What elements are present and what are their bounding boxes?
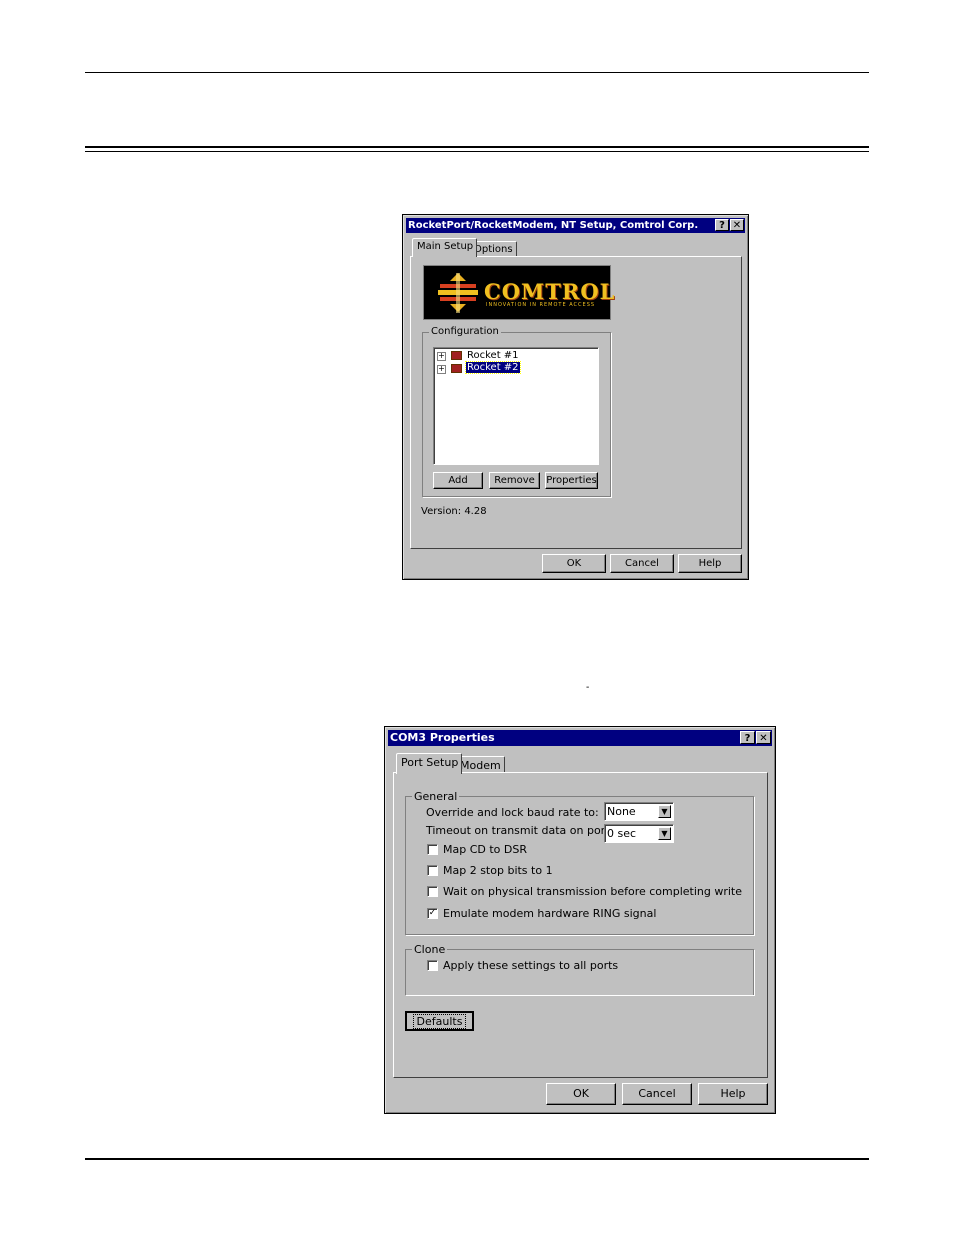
tree-item-label-selected: Rocket #2 (465, 361, 521, 374)
map-stop-bits-label: Map 2 stop bits to 1 (443, 864, 553, 877)
cancel-button[interactable]: Cancel (622, 1083, 692, 1105)
comtrol-logo-icon (438, 273, 478, 313)
baud-rate-label: Override and lock baud rate to: (426, 806, 599, 819)
general-label: General (412, 790, 460, 803)
properties-button[interactable]: Properties (545, 472, 598, 489)
close-icon[interactable]: ✕ (730, 219, 744, 231)
configuration-label: Configuration (429, 326, 501, 337)
chevron-down-icon[interactable]: ▼ (658, 805, 671, 818)
tab-port-setup[interactable]: Port Setup (396, 753, 463, 774)
configuration-group: Configuration + Rocket #1 + Rocket #2 Ad… (422, 326, 611, 497)
help-icon[interactable]: ? (740, 731, 755, 744)
map-stop-bits-checkbox[interactable] (427, 865, 438, 876)
remove-button[interactable]: Remove (489, 472, 540, 489)
help-icon[interactable]: ? (715, 219, 729, 231)
comtrol-logo: COMTROL INNOVATION IN REMOTE ACCESS (423, 265, 614, 320)
section-rule-thick (85, 146, 869, 148)
add-button[interactable]: Add (433, 472, 483, 489)
chevron-down-icon[interactable]: ▼ (658, 827, 671, 840)
logo-tagline: INNOVATION IN REMOTE ACCESS (486, 302, 596, 308)
rocket-board-icon (451, 364, 462, 373)
timeout-select[interactable]: 0 sec ▼ (604, 824, 674, 843)
tab-main-setup[interactable]: Main Setup (412, 238, 478, 257)
com3-properties-dialog: COM3 Properties ? ✕ Port Setup Modem Gen… (384, 726, 776, 1114)
section-rule-thin (85, 151, 869, 152)
tree-item-label: Rocket #1 (467, 350, 519, 361)
stray-mark: - (586, 682, 590, 693)
logo-wordmark: COMTROL (484, 279, 616, 304)
emulate-ring-checkbox[interactable]: ✓ (427, 908, 438, 919)
defaults-button[interactable]: Defaults (405, 1011, 474, 1031)
rocket-board-icon (451, 351, 462, 360)
clone-label: Clone (412, 943, 448, 956)
tab-modem[interactable]: Modem (455, 756, 505, 773)
ok-button[interactable]: OK (546, 1083, 616, 1105)
help-button[interactable]: Help (698, 1083, 768, 1105)
baud-rate-value: None (607, 805, 636, 818)
help-button[interactable]: Help (678, 554, 742, 573)
map-cd-dsr-label: Map CD to DSR (443, 843, 527, 856)
port-setup-panel: General Override and lock baud rate to: … (393, 772, 768, 1078)
map-cd-dsr-checkbox[interactable] (427, 844, 438, 855)
expand-icon[interactable]: + (437, 365, 446, 374)
main-setup-panel: COMTROL INNOVATION IN REMOTE ACCESS Conf… (410, 256, 742, 549)
emulate-ring-label: Emulate modem hardware RING signal (443, 907, 657, 920)
general-group: General Override and lock baud rate to: … (405, 790, 754, 935)
wait-transmission-label: Wait on physical transmission before com… (443, 885, 743, 898)
rocket-tree-view[interactable]: + Rocket #1 + Rocket #2 (433, 347, 599, 465)
footer-rule (85, 1158, 869, 1160)
setup-dialog-title: RocketPort/RocketModem, NT Setup, Comtro… (408, 220, 699, 231)
com3-dialog-titlebar[interactable]: COM3 Properties ? ✕ (388, 730, 772, 746)
expand-icon[interactable]: + (437, 352, 446, 361)
timeout-value: 0 sec (607, 827, 637, 840)
defaults-button-label: Defaults (412, 1014, 467, 1029)
clone-group: Clone Apply these settings to all ports (405, 943, 754, 995)
apply-all-ports-checkbox[interactable] (427, 960, 438, 971)
apply-all-ports-label: Apply these settings to all ports (443, 959, 619, 972)
ok-button[interactable]: OK (542, 554, 606, 573)
com3-dialog-title: COM3 Properties (390, 731, 495, 744)
wait-transmission-checkbox[interactable] (427, 886, 438, 897)
close-icon[interactable]: ✕ (756, 731, 771, 744)
cancel-button[interactable]: Cancel (610, 554, 674, 573)
setup-dialog-titlebar[interactable]: RocketPort/RocketModem, NT Setup, Comtro… (406, 218, 745, 233)
baud-rate-select[interactable]: None ▼ (604, 802, 674, 821)
setup-dialog: RocketPort/RocketModem, NT Setup, Comtro… (402, 214, 749, 580)
version-label: Version: 4.28 (421, 506, 487, 517)
header-rule (85, 72, 869, 73)
